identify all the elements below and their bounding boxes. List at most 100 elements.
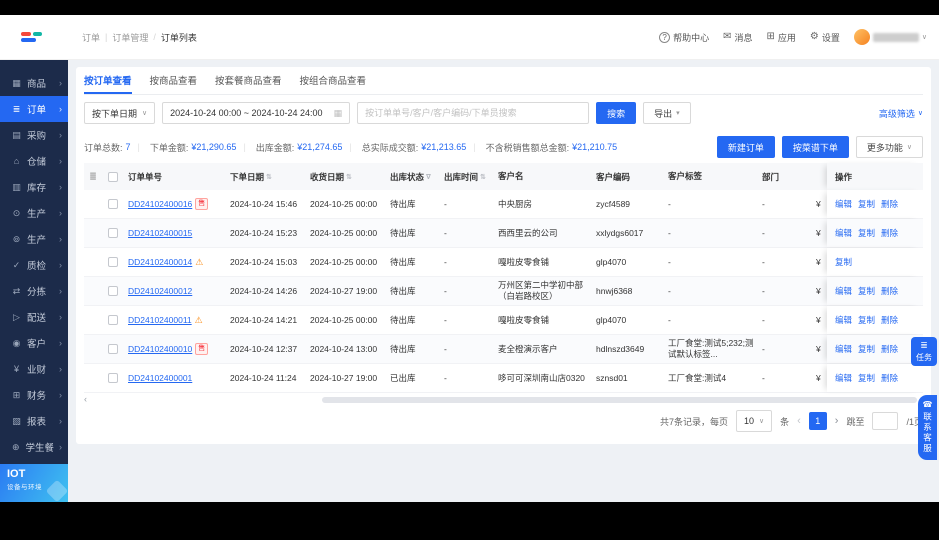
row-action-link[interactable]: 删除 <box>881 314 898 326</box>
sidebar-item[interactable]: ⊕ 学生餐 › <box>0 434 68 460</box>
messages-button[interactable]: ✉ 消息 <box>723 31 752 44</box>
prev-page-button[interactable]: ‹ <box>797 415 801 427</box>
customer-service-floating-button[interactable]: ☎ 联系客服 <box>918 395 937 460</box>
order-number-link[interactable]: DD24102400001 <box>128 373 192 383</box>
row-action-link[interactable]: 编辑 <box>835 372 852 384</box>
help-center-button[interactable]: ? 帮助中心 <box>659 31 709 44</box>
sidebar-item[interactable]: ⊞ 财务 › <box>0 382 68 408</box>
messages-label: 消息 <box>734 32 753 43</box>
scroll-left-arrow[interactable]: ‹ <box>84 395 87 404</box>
row-action-link[interactable]: 编辑 <box>835 285 852 297</box>
row-action-link[interactable]: 复制 <box>835 256 852 268</box>
app-logo[interactable] <box>0 32 68 42</box>
export-button[interactable]: 导出 ▾ <box>643 102 691 124</box>
sidebar-item[interactable]: ◉ 客户 › <box>0 330 68 356</box>
sidebar-item[interactable]: ⇄ 分拣 › <box>0 278 68 304</box>
menu-order-button[interactable]: 按菜谱下单 <box>781 136 849 158</box>
sidebar-item[interactable]: ⌂ 仓储 › <box>0 148 68 174</box>
sidebar-item[interactable]: ▧ 报表 › <box>0 408 68 434</box>
chevron-right-icon: › <box>59 390 62 400</box>
breadcrumb-section[interactable]: 订单 <box>82 31 100 44</box>
sidebar-item[interactable]: ▥ 库存 › <box>0 174 68 200</box>
row-action-link[interactable]: 复制 <box>858 227 875 239</box>
row-checkbox[interactable] <box>108 315 118 325</box>
view-tab[interactable]: 按订单查看 <box>84 67 132 94</box>
sort-icon[interactable]: ⇅ <box>266 173 272 181</box>
row-checkbox[interactable] <box>108 228 118 238</box>
cell-delivery-date: 2024-10-27 19:00 <box>310 286 378 296</box>
row-action-link[interactable]: 删除 <box>881 343 898 355</box>
row-action-link[interactable]: 编辑 <box>835 198 852 210</box>
sidebar-item[interactable]: ▦ 商品 › <box>0 70 68 96</box>
sidebar-item[interactable]: ⊚ 生产 › <box>0 226 68 252</box>
order-number-link[interactable]: DD24102400012 <box>128 286 192 296</box>
date-range-input[interactable]: 2024-10-24 00:00 ~ 2024-10-24 24:00 ▦ <box>162 102 351 124</box>
page-size-select[interactable]: 10 ∨ <box>735 410 773 432</box>
view-tab[interactable]: 按组合商品查看 <box>300 67 367 94</box>
row-action-link[interactable]: 删除 <box>881 285 898 297</box>
order-number-link[interactable]: DD24102400015 <box>128 228 192 238</box>
column-settings-icon[interactable]: ≣ <box>89 171 97 182</box>
cell-customer-code: sznsd01 <box>596 373 628 383</box>
chevron-right-icon: › <box>59 364 62 374</box>
date-type-select[interactable]: 按下单日期 ∨ <box>84 102 156 124</box>
row-action-link[interactable]: 编辑 <box>835 343 852 355</box>
search-button[interactable]: 搜索 <box>596 102 637 124</box>
task-floating-button[interactable]: ≣ 任务 <box>911 337 937 366</box>
chevron-right-icon: › <box>59 104 62 114</box>
select-all-checkbox[interactable] <box>108 171 118 182</box>
app-window: 订单 | 订单管理 / 订单列表 ? 帮助中心 ✉ 消息 ⊞ 应用 ⚙ 设置 ∨… <box>0 15 939 502</box>
task-list-icon: ≣ <box>920 340 928 350</box>
row-action-link[interactable]: 编辑 <box>835 314 852 326</box>
sidebar-item[interactable]: ▷ 配送 › <box>0 304 68 330</box>
row-action-link[interactable]: 删除 <box>881 227 898 239</box>
row-action-link[interactable]: 复制 <box>858 314 875 326</box>
filter-funnel-icon[interactable]: ∇ <box>426 173 431 181</box>
row-checkbox[interactable] <box>108 257 118 267</box>
order-number-link[interactable]: DD24102400014 <box>128 257 192 267</box>
row-action-link[interactable]: 复制 <box>858 198 875 210</box>
advanced-filter-link[interactable]: 高级筛选 ∨ <box>879 107 923 120</box>
scrollbar-track[interactable] <box>90 396 917 403</box>
row-action-link[interactable]: 复制 <box>858 372 875 384</box>
row-action-link[interactable]: 编辑 <box>835 227 852 239</box>
order-number-link[interactable]: DD24102400010 <box>128 344 192 354</box>
next-page-button[interactable]: › <box>835 415 839 427</box>
sidebar-item-label: 仓储 <box>27 157 47 168</box>
row-action-link[interactable]: 复制 <box>858 343 875 355</box>
view-tab[interactable]: 按商品查看 <box>150 67 198 94</box>
row-action-link[interactable]: 删除 <box>881 198 898 210</box>
cell-customer-code: xxlydgs6017 <box>596 228 644 238</box>
row-action-link[interactable]: 删除 <box>881 372 898 384</box>
sidebar-item[interactable]: ¥ 业财 › <box>0 356 68 382</box>
sidebar-item[interactable]: ▤ 采购 › <box>0 122 68 148</box>
cell-department: - <box>762 373 765 383</box>
sidebar-item[interactable]: ≣ 订单 › <box>0 96 68 122</box>
row-checkbox[interactable] <box>108 286 118 296</box>
row-checkbox[interactable] <box>108 373 118 383</box>
row-checkbox[interactable] <box>108 199 118 209</box>
new-order-button[interactable]: 新建订单 <box>716 136 775 158</box>
sidebar-item-label: 生产 <box>27 209 47 220</box>
order-number-link[interactable]: DD24102400011 <box>128 315 192 325</box>
current-page[interactable]: 1 <box>808 412 827 430</box>
iot-footer[interactable]: IOT 设备与环境 <box>0 464 68 502</box>
summary-stat-value: ¥21,210.75 <box>572 142 618 152</box>
sidebar-item[interactable]: ⊙ 生产 › <box>0 200 68 226</box>
user-menu[interactable]: ∨ <box>853 29 927 45</box>
more-functions-button[interactable]: 更多功能 ∨ <box>855 136 923 158</box>
sidebar-item[interactable]: ✓ 质检 › <box>0 252 68 278</box>
breadcrumb-group[interactable]: 订单管理 <box>112 31 148 44</box>
settings-button[interactable]: ⚙ 设置 <box>810 31 840 44</box>
apps-button[interactable]: ⊞ 应用 <box>766 31 795 44</box>
row-checkbox[interactable] <box>108 344 118 354</box>
search-input[interactable] <box>357 102 590 124</box>
order-number-link[interactable]: DD24102400016 <box>128 199 192 209</box>
scrollbar-thumb[interactable] <box>321 396 917 403</box>
sort-icon[interactable]: ⇅ <box>346 173 352 181</box>
cell-department: - <box>762 344 765 354</box>
page-jump-input[interactable] <box>872 412 899 430</box>
sort-icon[interactable]: ⇅ <box>480 173 486 181</box>
view-tab[interactable]: 按套餐商品查看 <box>215 67 282 94</box>
row-action-link[interactable]: 复制 <box>858 285 875 297</box>
